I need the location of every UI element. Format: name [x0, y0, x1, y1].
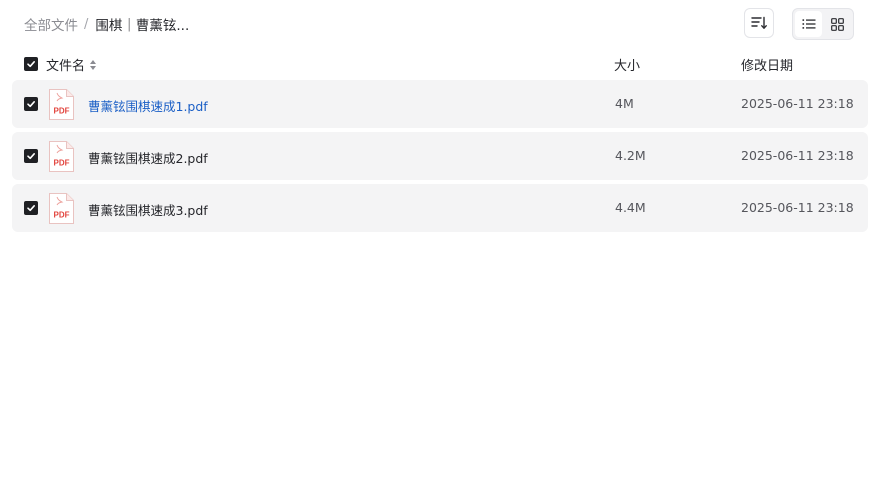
sort-button[interactable]	[744, 8, 774, 38]
svg-text:PDF: PDF	[54, 211, 70, 220]
file-size: 4.4M	[615, 200, 646, 215]
file-modified-date: 2025-06-11 23:18	[741, 148, 854, 163]
file-name-link[interactable]: 曹薰铉围棋速成2.pdf	[88, 148, 208, 167]
svg-text:PDF: PDF	[54, 159, 70, 168]
breadcrumb-current-folder: 围棋｜曹薰铉...	[95, 18, 190, 34]
file-name-link[interactable]: 曹薰铉围棋速成1.pdf	[88, 96, 208, 115]
row-checkbox[interactable]	[24, 201, 38, 215]
row-checkbox[interactable]	[24, 149, 38, 163]
breadcrumb-root-link[interactable]: 全部文件	[24, 14, 78, 34]
file-browser: 全部文件 / 围棋｜曹薰铉... 文件名 大小 修改日期 PDF 曹薰铉围棋速成…	[0, 0, 878, 495]
sort-toggle-icon	[90, 59, 97, 70]
file-modified-date: 2025-06-11 23:18	[741, 96, 854, 111]
check-icon	[27, 60, 35, 68]
row-checkbox[interactable]	[24, 97, 38, 111]
grid-view-button[interactable]	[824, 11, 851, 37]
grid-view-icon	[831, 17, 844, 31]
check-icon	[27, 204, 35, 212]
svg-text:PDF: PDF	[54, 107, 70, 116]
check-icon	[27, 100, 35, 108]
breadcrumb-separator: /	[84, 16, 89, 32]
file-size: 4M	[615, 96, 634, 111]
file-row[interactable]: PDF 曹薰铉围棋速成1.pdf 4M 2025-06-11 23:18	[12, 80, 868, 128]
pdf-file-icon: PDF	[49, 141, 74, 172]
column-header-name[interactable]: 文件名	[46, 55, 97, 74]
file-size: 4.2M	[615, 148, 646, 163]
pdf-file-icon: PDF	[49, 89, 74, 120]
column-header-modified[interactable]: 修改日期	[741, 55, 793, 74]
sort-lines-icon	[751, 16, 767, 29]
file-row[interactable]: PDF 曹薰铉围棋速成2.pdf 4.2M 2025-06-11 23:18	[12, 132, 868, 180]
table-header: 文件名 大小 修改日期	[12, 52, 868, 76]
pdf-file-icon: PDF	[49, 193, 74, 224]
select-all-checkbox[interactable]	[24, 57, 38, 71]
column-header-size[interactable]: 大小	[614, 55, 640, 74]
list-view-icon	[802, 19, 815, 29]
view-mode-switch	[792, 8, 854, 40]
file-modified-date: 2025-06-11 23:18	[741, 200, 854, 215]
check-icon	[27, 152, 35, 160]
list-view-button[interactable]	[795, 11, 822, 37]
file-row[interactable]: PDF 曹薰铉围棋速成3.pdf 4.4M 2025-06-11 23:18	[12, 184, 868, 232]
breadcrumb: 全部文件 / 围棋｜曹薰铉...	[24, 14, 190, 35]
column-header-name-label: 文件名	[46, 59, 86, 74]
file-name-link[interactable]: 曹薰铉围棋速成3.pdf	[88, 200, 208, 219]
file-list: PDF 曹薰铉围棋速成1.pdf 4M 2025-06-11 23:18 PDF…	[12, 80, 868, 236]
